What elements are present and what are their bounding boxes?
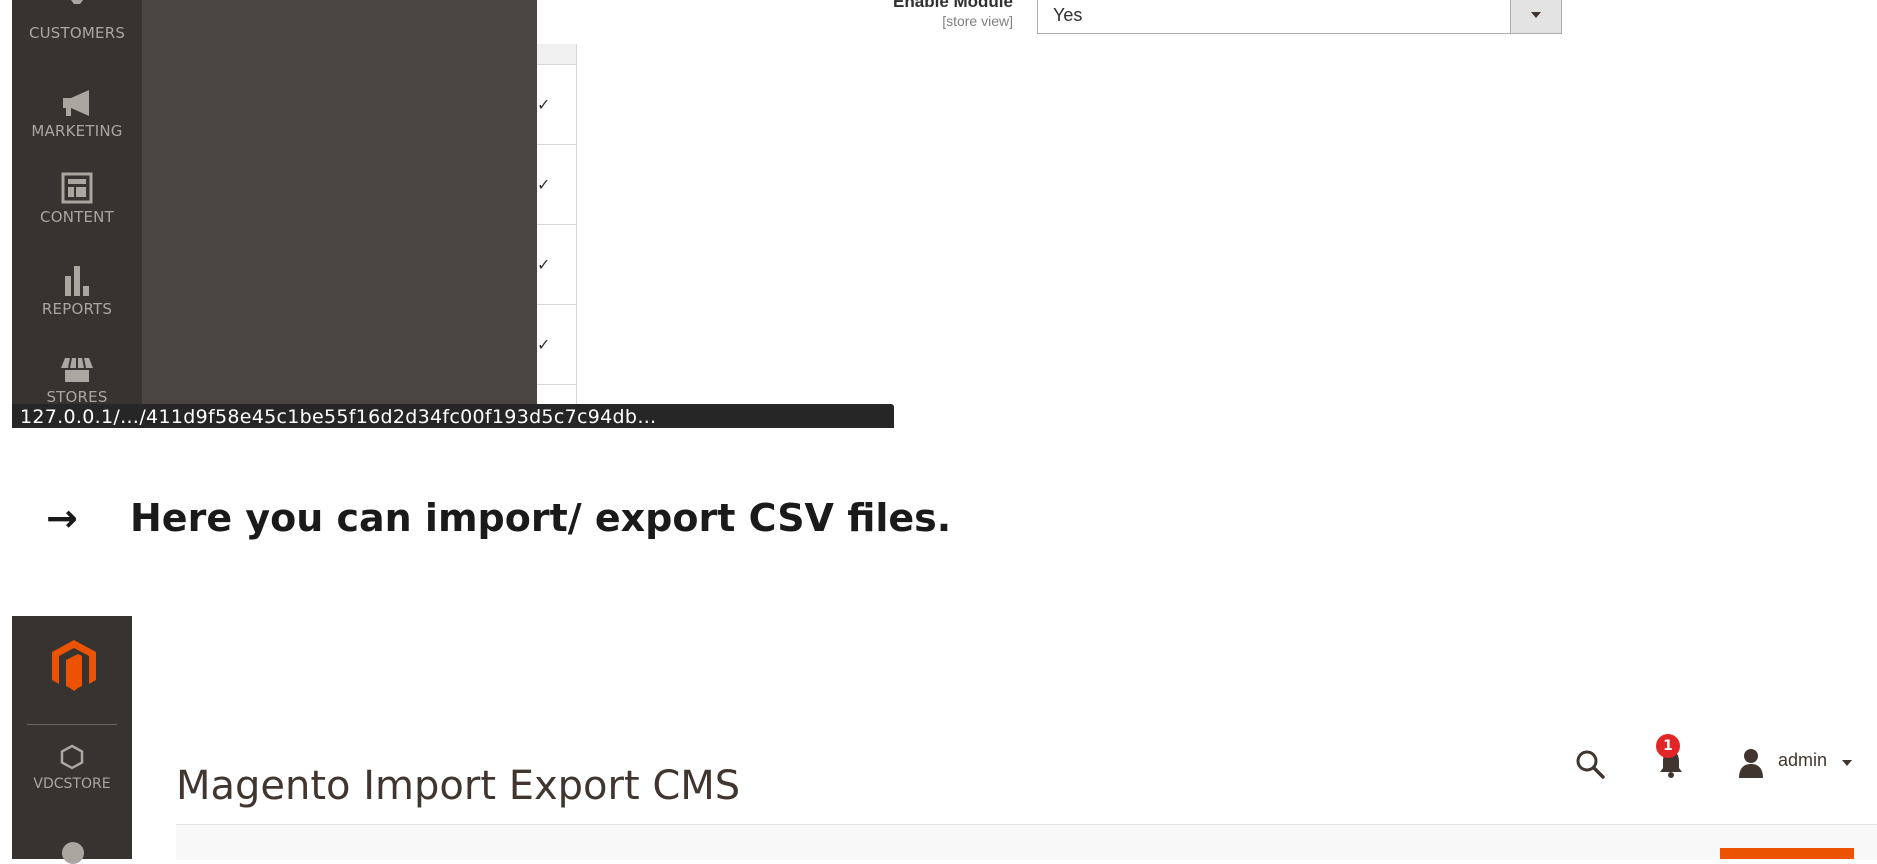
- user-icon: [1739, 749, 1763, 778]
- check-icon: ✓: [537, 335, 551, 354]
- magento-logo-icon[interactable]: [46, 636, 102, 696]
- sidebar-item-label: REPORTS: [41, 300, 113, 318]
- megaphone-icon: [63, 90, 89, 116]
- table-row: ✓: [537, 305, 576, 385]
- bar-chart-icon: [65, 266, 89, 296]
- table-row: ✓: [537, 225, 576, 305]
- field-scope-text: [store view]: [942, 13, 1013, 29]
- primary-action-button[interactable]: [1720, 848, 1854, 859]
- browser-status-bar: 127.0.0.1/…/411d9f58e45c1be55f16d2d34fc0…: [12, 404, 894, 428]
- sidebar-item-label: VDCSTORE: [33, 776, 111, 792]
- dashboard-icon[interactable]: [62, 842, 84, 864]
- enable-module-label: Enable Module [store view]: [760, 0, 1013, 30]
- content-layout-icon: [61, 172, 93, 204]
- select-value: Yes: [1053, 5, 1083, 25]
- status-url: 127.0.0.1/…/411d9f58e45c1be55f16d2d34fc0…: [20, 406, 657, 428]
- check-icon: ✓: [537, 95, 551, 114]
- sidebar-item-reports[interactable]: REPORTS: [12, 264, 142, 318]
- check-icon: ✓: [537, 255, 551, 274]
- sidebar-item-label: MARKETING: [31, 122, 123, 140]
- arrow-icon: →: [46, 496, 78, 540]
- grid-column: ✓ ✓ ✓ ✓: [537, 44, 577, 428]
- grid-header: [537, 44, 576, 65]
- dropdown-arrow-icon[interactable]: [1510, 0, 1561, 33]
- page-title: Magento Import Export CMS: [176, 762, 741, 809]
- sidebar-item-stores[interactable]: STORES: [12, 356, 142, 406]
- table-row: ✓: [537, 145, 576, 225]
- instruction-label: Here you can import/ export CSV files.: [130, 496, 952, 540]
- instruction-text: → Here you can import/ export CSV files.: [46, 496, 951, 552]
- store-icon: [61, 357, 93, 382]
- sidebar-item-content[interactable]: CONTENT: [12, 172, 142, 226]
- sidebar-item-label: CONTENT: [40, 208, 114, 226]
- sidebar-item-vdcstore[interactable]: VDCSTORE: [12, 744, 132, 792]
- user-name: admin: [1778, 750, 1828, 770]
- admin-sidebar: VDCSTORE: [12, 616, 132, 864]
- submenu-panel: [142, 0, 537, 428]
- sidebar-item-customers[interactable]: CUSTOMERS: [12, 0, 142, 42]
- top-screenshot: CUSTOMERS MARKETING CONTENT REPORTS STOR…: [0, 0, 1877, 428]
- customers-icon: [71, 0, 83, 4]
- header-actions: admin: [1570, 736, 1870, 780]
- check-icon: ✓: [537, 175, 551, 194]
- page-actions-bar: [176, 824, 1877, 860]
- field-label-text: Enable Module: [893, 0, 1013, 11]
- enable-module-select[interactable]: Yes: [1037, 0, 1562, 34]
- sidebar-divider: [27, 724, 117, 725]
- search-icon[interactable]: [1574, 748, 1606, 780]
- notification-badge: 1: [1656, 734, 1680, 758]
- hexagon-icon: [60, 744, 84, 770]
- sidebar-item-label: CUSTOMERS: [28, 24, 126, 42]
- sidebar-item-marketing[interactable]: MARKETING: [12, 88, 142, 140]
- table-row: ✓: [537, 65, 576, 145]
- bottom-screenshot: VDCSTORE Magento Import Export CMS admin…: [0, 616, 1877, 864]
- chevron-down-icon: [1842, 760, 1852, 766]
- admin-sidebar: CUSTOMERS MARKETING CONTENT REPORTS STOR…: [12, 0, 142, 428]
